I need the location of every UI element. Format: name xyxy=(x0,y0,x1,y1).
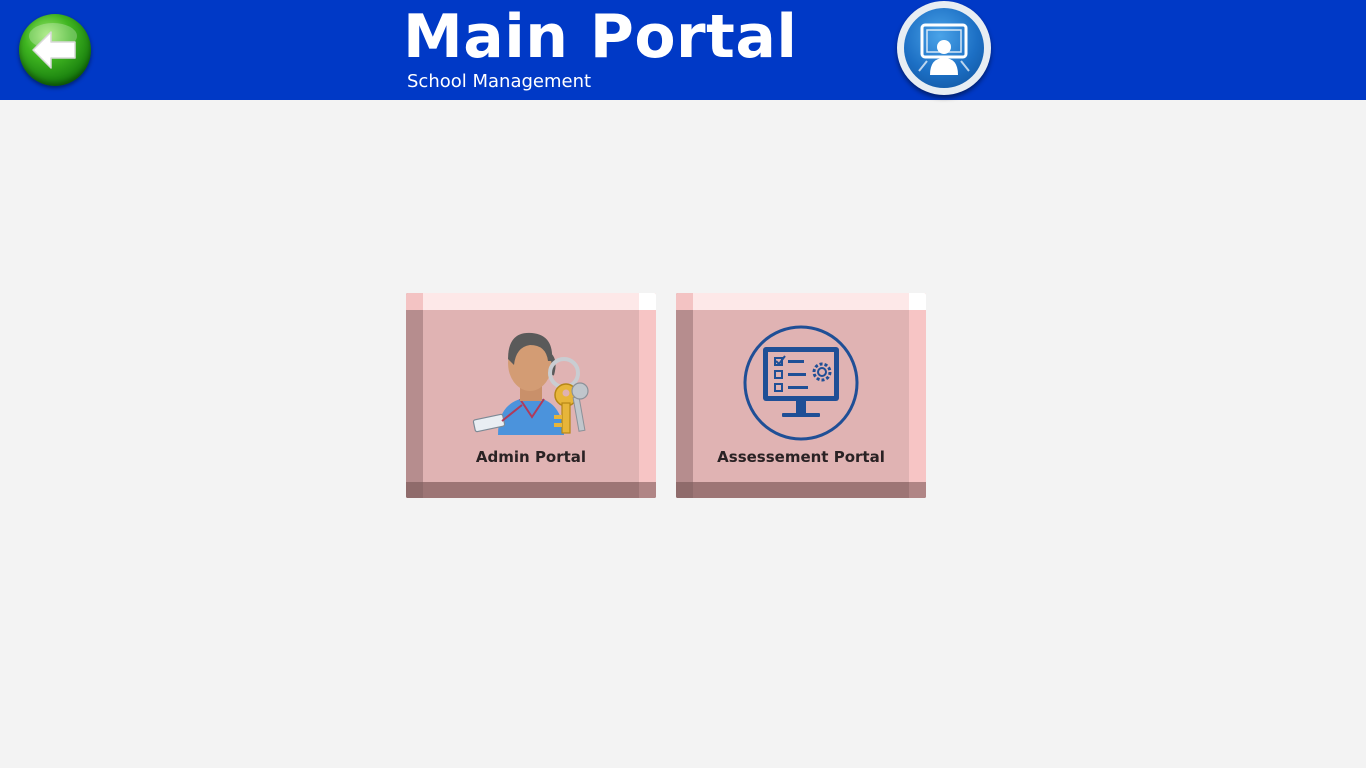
back-arrow-icon xyxy=(29,23,77,69)
tile-corner xyxy=(406,482,423,498)
tile-corner xyxy=(676,482,693,498)
tile-label: Admin Portal xyxy=(475,448,587,466)
app-header: Main Portal School Management xyxy=(0,0,1366,100)
tile-bevel-left xyxy=(676,293,693,498)
tile-bevel-top xyxy=(406,293,656,310)
page-subtitle: School Management xyxy=(407,71,592,92)
tile-corner xyxy=(639,482,656,498)
user-portal-button[interactable] xyxy=(897,1,991,95)
tile-corner xyxy=(909,293,926,310)
back-button[interactable] xyxy=(19,14,91,86)
tile-corner xyxy=(639,293,656,310)
computer-user-icon xyxy=(918,23,970,75)
admin-portal-tile[interactable]: Admin Portal xyxy=(406,293,656,498)
tile-bevel-bottom xyxy=(676,482,926,498)
tile-corner xyxy=(909,482,926,498)
admin-with-keys-icon xyxy=(472,332,589,435)
tile-bevel-left xyxy=(406,293,423,498)
tile-corner xyxy=(676,293,693,310)
assessment-portal-tile[interactable]: Assessement Portal xyxy=(676,293,926,498)
tile-bevel-right xyxy=(909,293,926,498)
tile-bevel-top xyxy=(676,293,926,310)
title-block: Main Portal School Management xyxy=(403,0,823,100)
tile-label: Assessement Portal xyxy=(717,448,885,466)
tile-bevel-bottom xyxy=(406,482,656,498)
monitor-checklist-gear-icon xyxy=(743,325,859,441)
tile-bevel-right xyxy=(639,293,656,498)
page-title: Main Portal xyxy=(403,2,798,72)
tile-corner xyxy=(406,293,423,310)
